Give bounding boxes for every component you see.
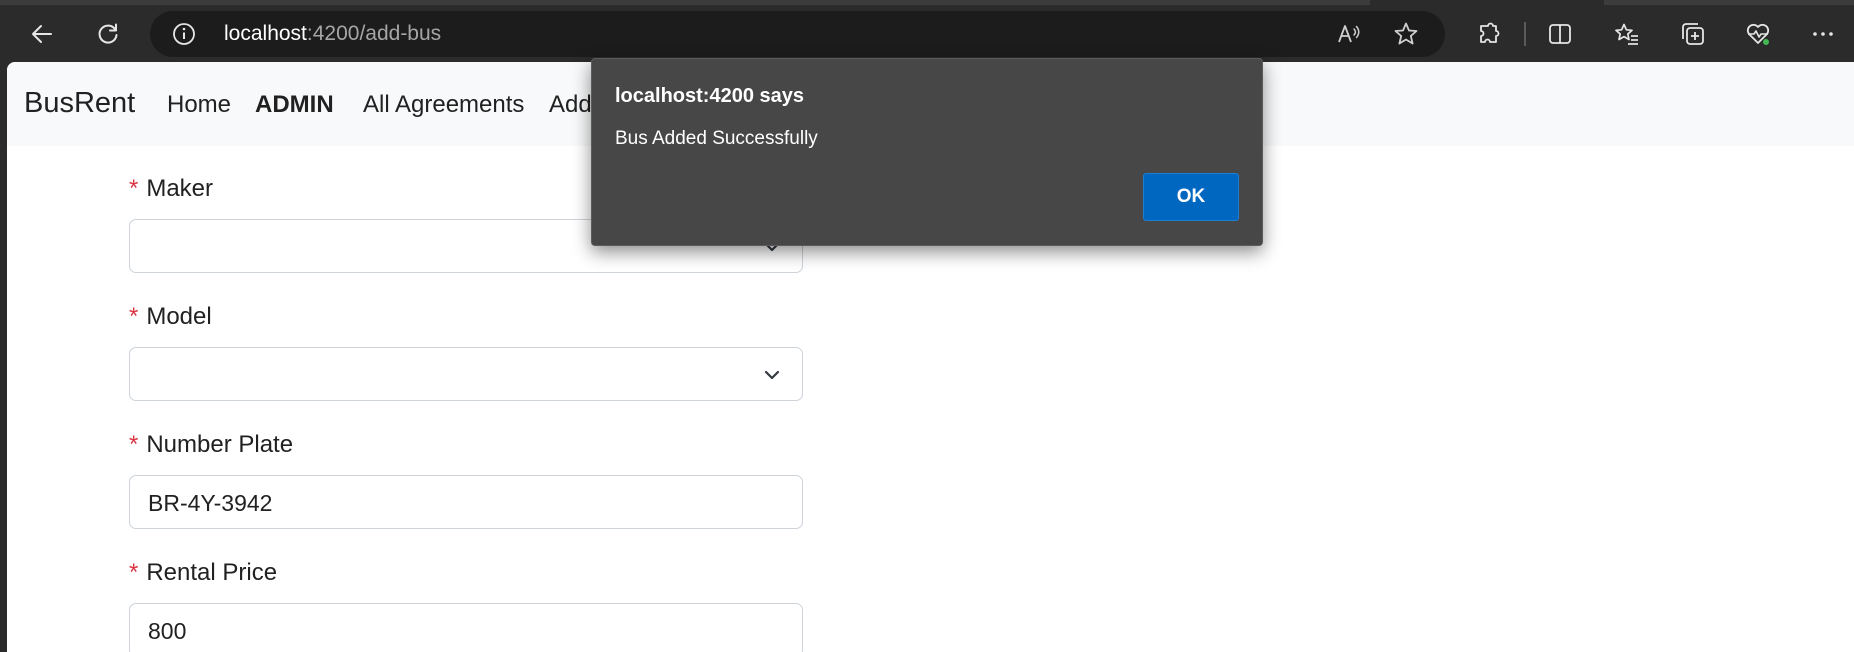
browser-essentials-icon[interactable] — [1738, 14, 1778, 54]
tab-strip-edge-right — [1604, 0, 1854, 5]
number-plate-input[interactable]: BR-4Y-3942 — [129, 475, 803, 529]
read-aloud-icon[interactable] — [1335, 20, 1363, 48]
brand-logo[interactable]: BusRent — [24, 87, 135, 120]
url-text[interactable]: localhost:4200/add-bus — [224, 22, 441, 46]
alert-dialog: localhost:4200 says Bus Added Successful… — [591, 58, 1263, 246]
model-label-text: Model — [146, 303, 212, 330]
model-select[interactable] — [129, 347, 803, 401]
url-path: :4200/add-bus — [306, 22, 442, 45]
maker-label: * Maker — [129, 175, 213, 203]
browser-toolbar: localhost:4200/add-bus — [0, 0, 1854, 62]
back-icon[interactable] — [22, 14, 62, 54]
nav-admin[interactable]: ADMIN — [255, 91, 334, 119]
nav-add[interactable]: Add — [549, 91, 592, 119]
maker-label-text: Maker — [146, 175, 214, 202]
number-plate-label: * Number Plate — [129, 431, 293, 459]
number-plate-value: BR-4Y-3942 — [148, 490, 273, 516]
split-screen-icon[interactable] — [1540, 14, 1580, 54]
favorites-icon[interactable] — [1607, 14, 1647, 54]
collections-icon[interactable] — [1673, 14, 1713, 54]
site-info-icon[interactable] — [172, 22, 196, 46]
toolbar-divider — [1524, 22, 1526, 46]
chevron-down-icon — [764, 370, 780, 380]
dialog-title: localhost:4200 says — [615, 85, 804, 107]
rental-price-input[interactable]: 800 — [129, 603, 803, 652]
required-mark: * — [129, 303, 139, 330]
favorite-star-icon[interactable] — [1392, 20, 1420, 48]
model-label: * Model — [129, 303, 212, 331]
required-mark: * — [129, 175, 139, 202]
ok-button[interactable]: OK — [1143, 173, 1239, 221]
dialog-message: Bus Added Successfully — [615, 128, 818, 149]
nav-home[interactable]: Home — [167, 91, 231, 119]
required-mark: * — [129, 559, 139, 586]
address-bar[interactable]: localhost:4200/add-bus — [150, 11, 1445, 57]
required-mark: * — [129, 431, 139, 458]
url-host: localhost — [224, 22, 307, 45]
nav-all-agreements[interactable]: All Agreements — [363, 91, 524, 119]
refresh-icon[interactable] — [88, 14, 128, 54]
tab-strip-edge — [0, 0, 1370, 5]
rental-price-label: * Rental Price — [129, 559, 277, 587]
more-menu-icon[interactable] — [1803, 14, 1843, 54]
rental-price-label-text: Rental Price — [146, 559, 278, 586]
number-plate-label-text: Number Plate — [146, 431, 294, 458]
extensions-icon[interactable] — [1469, 14, 1509, 54]
rental-price-value: 800 — [148, 618, 187, 644]
